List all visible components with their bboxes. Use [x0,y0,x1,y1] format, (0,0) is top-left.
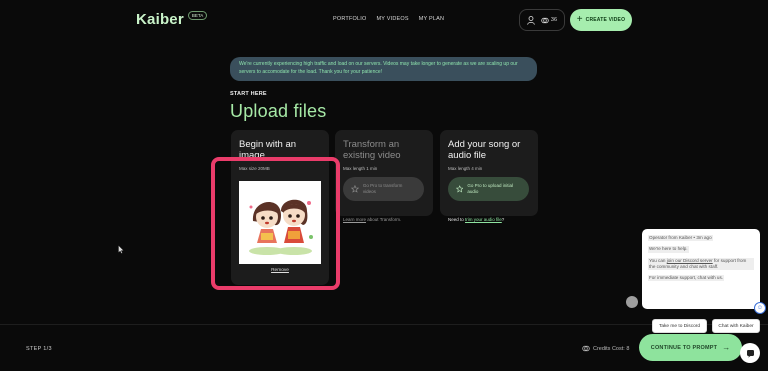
chat-launcher-button[interactable] [740,343,760,363]
credits-cost: Credits Cost: 8 [582,345,629,352]
star-icon [351,185,359,193]
learn-more-link[interactable]: Learn more [343,217,366,222]
logo-text: Kaiber [136,11,184,28]
go-pro-audio-button[interactable]: Go Pro to upload initial audio [448,177,529,201]
nav-my-plan[interactable]: MY PLAN [419,16,444,22]
credits-icon [541,17,549,23]
operator-avatar [626,296,638,308]
create-video-label: CREATE VIDEO [585,17,626,23]
step-indicator: STEP 1/3 [26,346,52,352]
video-upload-card: Transform an existing video Max length 1… [335,130,433,216]
chat-with-kaiber-button[interactable]: Chat with Kaiber [712,319,760,333]
arrow-right-icon: → [722,343,731,352]
kaiber-logo[interactable]: Kaiber BETA [136,11,208,28]
card-subtitle: Max length 4 min [448,166,483,171]
continue-to-prompt-button[interactable]: CONTINUE TO PROMPT → [639,334,742,361]
traffic-notice: We're currently experiencing high traffi… [230,57,537,81]
create-video-button[interactable]: + CREATE VIDEO [570,9,632,31]
go-pro-transform-label: Go Pro to transform videos [362,182,403,195]
card-title: Add your song or audio file [448,139,521,161]
main-nav: PORTFOLIO MY VIDEOS MY PLAN [333,16,444,22]
user-icon[interactable] [527,15,535,25]
go-pro-audio-label: Go Pro to upload initial audio [467,182,513,195]
discord-link[interactable]: join our Discord server [667,258,713,263]
card-title: Transform an existing video [343,139,401,161]
page-title: Upload files [230,101,327,121]
chat-line-discord: You can join our Discord server for supp… [648,257,754,271]
card-subtitle: Max length 1 min [343,166,378,171]
learn-more-text: Learn more about Transform. [343,217,402,222]
take-me-to-discord-button[interactable]: Take me to Discord [652,319,707,333]
continue-label: CONTINUE TO PROMPT [650,344,718,351]
beta-badge: BETA [187,11,208,20]
emoji-icon[interactable]: ☺ [754,302,766,314]
chat-icon [746,349,754,358]
credits-cost-label: Credits Cost: 8 [593,345,630,352]
credits-icon [582,345,590,352]
chat-line-help: We're here to help. [648,246,689,253]
nav-portfolio[interactable]: PORTFOLIO [333,16,366,22]
trim-audio-link[interactable]: trim your audio file [465,217,502,222]
star-icon [456,185,464,193]
credits-counter: 36 [541,17,557,24]
chat-operator: Operator from Kaiber • 3m ago [648,235,713,242]
plus-icon: + [576,14,583,25]
chat-line-support: For immediate support, chat with us. [648,275,725,282]
go-pro-transform-button[interactable]: Go Pro to transform videos [343,177,424,201]
trim-audio-text: Need to trim your audio file? [448,217,505,222]
chat-popup: Operator from Kaiber • 3m ago We're here… [642,229,760,309]
nav-my-videos[interactable]: MY VIDEOS [376,16,408,22]
audio-upload-card: Add your song or audio file Max length 4… [440,130,538,216]
highlight-box [211,157,340,290]
section-label: START HERE [230,91,267,97]
account-credits[interactable]: 36 [519,9,565,31]
mouse-cursor-icon [118,245,124,254]
credits-count: 36 [550,17,558,23]
